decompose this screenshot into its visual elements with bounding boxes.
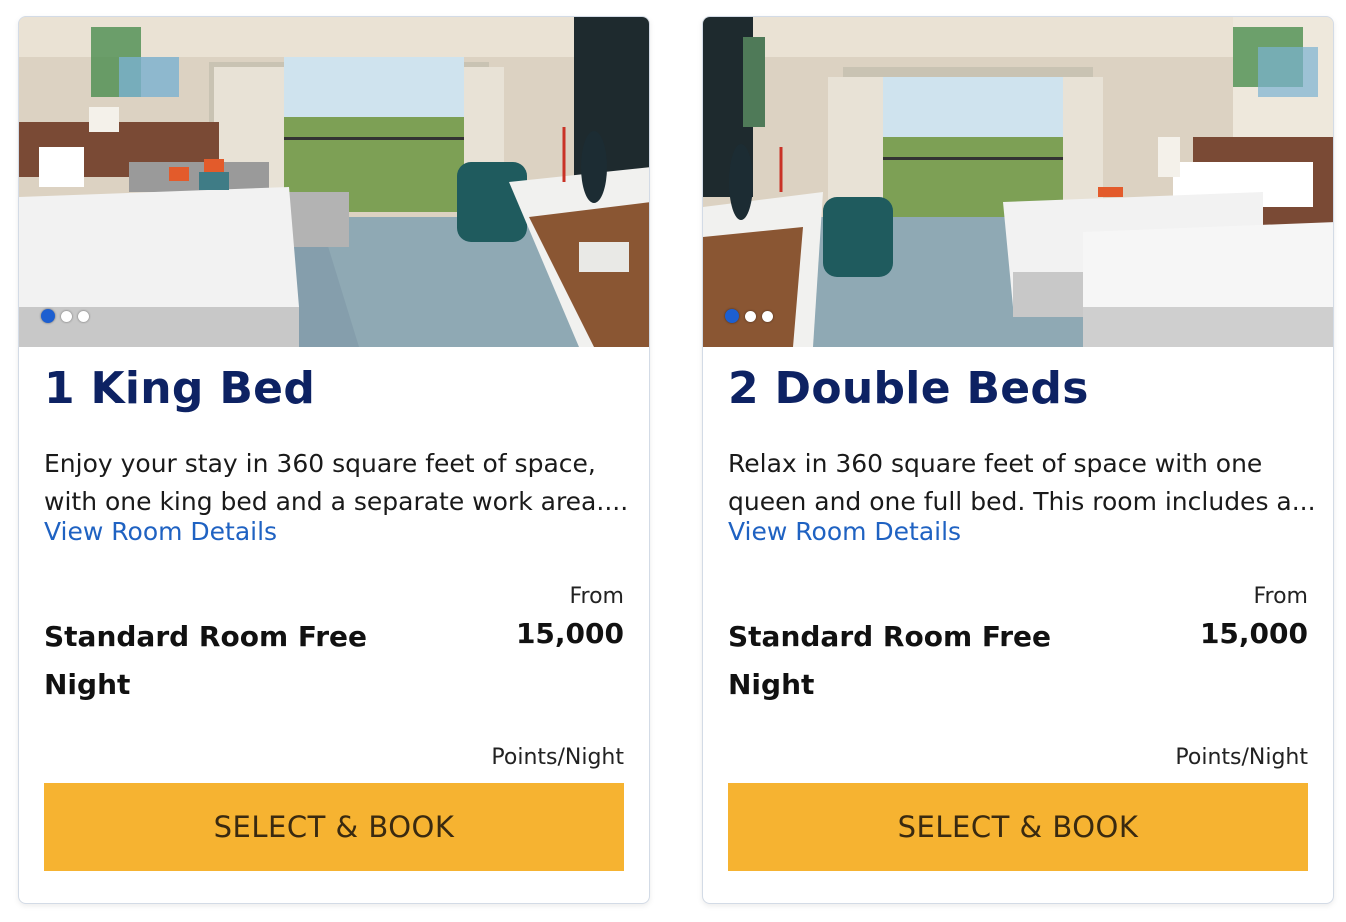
carousel-dot-active[interactable] — [725, 309, 739, 323]
room-card-body: 1 King Bed Enjoy your stay in 360 square… — [44, 347, 628, 903]
rate-name-line: Night — [728, 668, 815, 701]
room-title: 2 Double Beds — [728, 363, 1089, 414]
rate-name-line: Standard Room Free — [728, 620, 1051, 653]
room-photo — [703, 17, 1333, 347]
carousel-dot[interactable] — [762, 310, 773, 322]
rate-name: Standard Room Free Night — [44, 613, 404, 709]
room-card-king: 1 King Bed Enjoy your stay in 360 square… — [18, 16, 650, 904]
from-label: From — [569, 584, 624, 609]
room-title: 1 King Bed — [44, 363, 316, 414]
carousel-dot[interactable] — [78, 310, 89, 322]
carousel-dot[interactable] — [745, 310, 756, 322]
points-price: 15,000 — [1199, 617, 1308, 650]
room-photo-carousel[interactable] — [19, 17, 649, 347]
room-card-doubles: 2 Double Beds Relax in 360 square feet o… — [702, 16, 1334, 904]
room-description-line: queen and one full bed. This room includ… — [728, 487, 1313, 516]
carousel-dots — [725, 309, 773, 323]
from-label: From — [1253, 584, 1308, 609]
view-room-details-link[interactable]: View Room Details — [44, 517, 277, 546]
rate-name-line: Night — [44, 668, 131, 701]
select-and-book-button[interactable]: SELECT & BOOK — [728, 783, 1308, 871]
select-and-book-button[interactable]: SELECT & BOOK — [44, 783, 624, 871]
carousel-dot[interactable] — [61, 310, 72, 322]
room-description-line: with one king bed and a separate work ar… — [44, 487, 629, 516]
rate-name-line: Standard Room Free — [44, 620, 367, 653]
points-unit: Points/Night — [1175, 745, 1308, 770]
view-room-details-link[interactable]: View Room Details — [728, 517, 961, 546]
room-description-line: Enjoy your stay in 360 square feet of sp… — [44, 449, 596, 478]
room-description: Enjoy your stay in 360 square feet of sp… — [44, 445, 629, 521]
carousel-dot-active[interactable] — [41, 309, 55, 323]
points-price: 15,000 — [515, 617, 624, 650]
room-description-line: Relax in 360 square feet of space with o… — [728, 449, 1263, 478]
room-photo-carousel[interactable] — [703, 17, 1333, 347]
room-photo — [19, 17, 649, 347]
room-card-body: 2 Double Beds Relax in 360 square feet o… — [728, 347, 1313, 903]
points-unit: Points/Night — [491, 745, 624, 770]
carousel-dots — [41, 309, 89, 323]
room-description: Relax in 360 square feet of space with o… — [728, 445, 1313, 521]
rate-name: Standard Room Free Night — [728, 613, 1088, 709]
